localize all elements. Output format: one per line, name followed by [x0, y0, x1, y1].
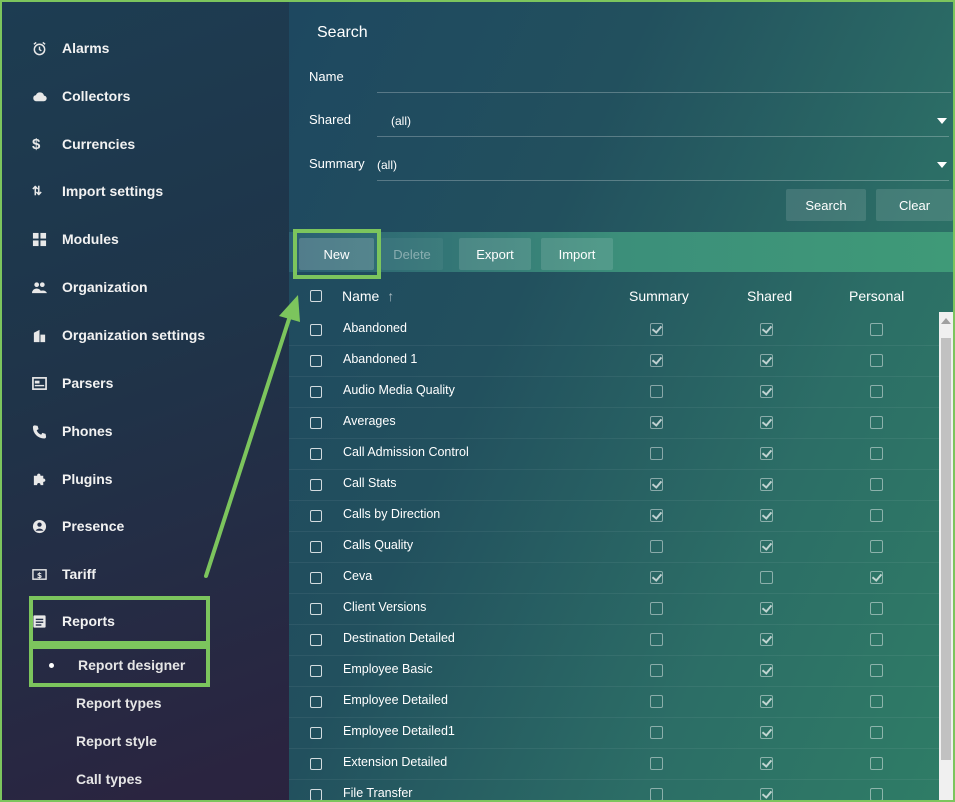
annotation-arrow [204, 295, 300, 578]
app-window: Alarms Collectors $ Currencies ⇅ Import … [0, 0, 955, 802]
